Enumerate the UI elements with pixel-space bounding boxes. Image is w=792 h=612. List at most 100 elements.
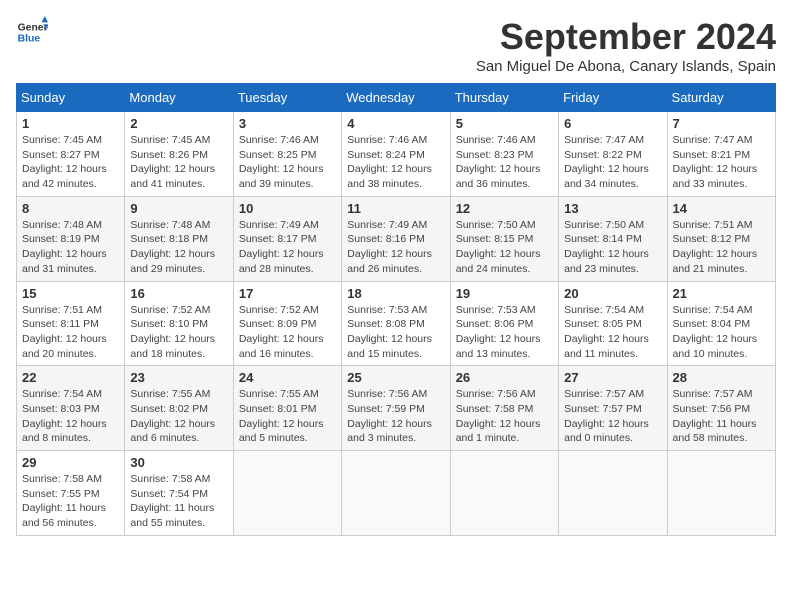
- calendar-day-cell: 26 Sunrise: 7:56 AMSunset: 7:58 PMDayligh…: [450, 366, 558, 451]
- calendar-day-cell: 28 Sunrise: 7:57 AMSunset: 7:56 PMDayligh…: [667, 366, 775, 451]
- month-title: September 2024: [476, 16, 776, 58]
- day-detail: Sunrise: 7:54 AMSunset: 8:03 PMDaylight:…: [22, 388, 107, 444]
- day-detail: Sunrise: 7:49 AMSunset: 8:16 PMDaylight:…: [347, 219, 432, 275]
- calendar-table: SundayMondayTuesdayWednesdayThursdayFrid…: [16, 83, 776, 536]
- day-number: 18: [347, 286, 444, 301]
- day-detail: Sunrise: 7:58 AMSunset: 7:54 PMDaylight:…: [130, 473, 214, 529]
- day-number: 23: [130, 370, 227, 385]
- page-header: General Blue September 2024 San Miguel D…: [16, 16, 776, 75]
- calendar-day-cell: 20 Sunrise: 7:54 AMSunset: 8:05 PMDayligh…: [559, 281, 667, 366]
- day-number: 16: [130, 286, 227, 301]
- day-number: 7: [673, 116, 770, 131]
- day-detail: Sunrise: 7:45 AMSunset: 8:27 PMDaylight:…: [22, 134, 107, 190]
- day-detail: Sunrise: 7:46 AMSunset: 8:25 PMDaylight:…: [239, 134, 324, 190]
- calendar-day-cell: 6 Sunrise: 7:47 AMSunset: 8:22 PMDaylight…: [559, 112, 667, 197]
- calendar-day-cell: 7 Sunrise: 7:47 AMSunset: 8:21 PMDaylight…: [667, 112, 775, 197]
- day-detail: Sunrise: 7:48 AMSunset: 8:18 PMDaylight:…: [130, 219, 215, 275]
- day-number: 29: [22, 455, 119, 470]
- calendar-day-cell: 23 Sunrise: 7:55 AMSunset: 8:02 PMDayligh…: [125, 366, 233, 451]
- day-detail: Sunrise: 7:55 AMSunset: 8:02 PMDaylight:…: [130, 388, 215, 444]
- day-number: 30: [130, 455, 227, 470]
- day-detail: Sunrise: 7:45 AMSunset: 8:26 PMDaylight:…: [130, 134, 215, 190]
- calendar-week-row: 15Sunrise: 7:51 AMSunset: 8:11 PMDayligh…: [17, 281, 776, 366]
- day-number: 8: [22, 201, 119, 216]
- col-header-tuesday: Tuesday: [233, 84, 341, 112]
- calendar-day-cell: 22 Sunrise: 7:54 AMSunset: 8:03 PMDayligh…: [17, 366, 125, 451]
- day-detail: Sunrise: 7:50 AMSunset: 8:15 PMDaylight:…: [456, 219, 541, 275]
- calendar-week-row: 1 Sunrise: 7:45 AMSunset: 8:27 PMDaylight…: [17, 112, 776, 197]
- calendar-day-cell: 5 Sunrise: 7:46 AMSunset: 8:23 PMDaylight…: [450, 112, 558, 197]
- day-number: 21: [673, 286, 770, 301]
- calendar-day-cell: 29Sunrise: 7:58 AMSunset: 7:55 PMDayligh…: [17, 451, 125, 536]
- calendar-week-row: 8 Sunrise: 7:48 AMSunset: 8:19 PMDaylight…: [17, 196, 776, 281]
- day-number: 22: [22, 370, 119, 385]
- day-number: 25: [347, 370, 444, 385]
- calendar-day-cell: [667, 451, 775, 536]
- calendar-day-cell: 4 Sunrise: 7:46 AMSunset: 8:24 PMDaylight…: [342, 112, 450, 197]
- day-detail: Sunrise: 7:56 AMSunset: 7:58 PMDaylight:…: [456, 388, 541, 444]
- day-detail: Sunrise: 7:52 AMSunset: 8:09 PMDaylight:…: [239, 304, 324, 360]
- day-number: 14: [673, 201, 770, 216]
- day-detail: Sunrise: 7:48 AMSunset: 8:19 PMDaylight:…: [22, 219, 107, 275]
- calendar-day-cell: 13Sunrise: 7:50 AMSunset: 8:14 PMDayligh…: [559, 196, 667, 281]
- calendar-day-cell: 27Sunrise: 7:57 AMSunset: 7:57 PMDayligh…: [559, 366, 667, 451]
- calendar-week-row: 22 Sunrise: 7:54 AMSunset: 8:03 PMDayligh…: [17, 366, 776, 451]
- calendar-week-row: 29Sunrise: 7:58 AMSunset: 7:55 PMDayligh…: [17, 451, 776, 536]
- day-number: 1: [22, 116, 119, 131]
- day-number: 11: [347, 201, 444, 216]
- day-number: 20: [564, 286, 661, 301]
- calendar-day-cell: 12Sunrise: 7:50 AMSunset: 8:15 PMDayligh…: [450, 196, 558, 281]
- day-number: 19: [456, 286, 553, 301]
- calendar-day-cell: 15Sunrise: 7:51 AMSunset: 8:11 PMDayligh…: [17, 281, 125, 366]
- col-header-friday: Friday: [559, 84, 667, 112]
- col-header-saturday: Saturday: [667, 84, 775, 112]
- calendar-day-cell: 24Sunrise: 7:55 AMSunset: 8:01 PMDayligh…: [233, 366, 341, 451]
- day-number: 5: [456, 116, 553, 131]
- calendar-day-cell: [233, 451, 341, 536]
- svg-text:Blue: Blue: [18, 34, 41, 45]
- day-detail: Sunrise: 7:57 AMSunset: 7:56 PMDaylight:…: [673, 388, 757, 444]
- calendar-day-cell: [559, 451, 667, 536]
- calendar-day-cell: 25 Sunrise: 7:56 AMSunset: 7:59 PMDayligh…: [342, 366, 450, 451]
- day-number: 3: [239, 116, 336, 131]
- col-header-thursday: Thursday: [450, 84, 558, 112]
- calendar-day-cell: 19 Sunrise: 7:53 AMSunset: 8:06 PMDayligh…: [450, 281, 558, 366]
- day-detail: Sunrise: 7:53 AMSunset: 8:08 PMDaylight:…: [347, 304, 432, 360]
- day-number: 9: [130, 201, 227, 216]
- day-detail: Sunrise: 7:46 AMSunset: 8:24 PMDaylight:…: [347, 134, 432, 190]
- day-detail: Sunrise: 7:57 AMSunset: 7:57 PMDaylight:…: [564, 388, 649, 444]
- col-header-monday: Monday: [125, 84, 233, 112]
- calendar-day-cell: 18 Sunrise: 7:53 AMSunset: 8:08 PMDayligh…: [342, 281, 450, 366]
- day-number: 13: [564, 201, 661, 216]
- calendar-day-cell: 3 Sunrise: 7:46 AMSunset: 8:25 PMDaylight…: [233, 112, 341, 197]
- day-number: 10: [239, 201, 336, 216]
- calendar-header-row: SundayMondayTuesdayWednesdayThursdayFrid…: [17, 84, 776, 112]
- calendar-day-cell: 11 Sunrise: 7:49 AMSunset: 8:16 PMDayligh…: [342, 196, 450, 281]
- day-detail: Sunrise: 7:56 AMSunset: 7:59 PMDaylight:…: [347, 388, 432, 444]
- day-detail: Sunrise: 7:54 AMSunset: 8:04 PMDaylight:…: [673, 304, 758, 360]
- day-number: 4: [347, 116, 444, 131]
- day-detail: Sunrise: 7:52 AMSunset: 8:10 PMDaylight:…: [130, 304, 215, 360]
- day-detail: Sunrise: 7:53 AMSunset: 8:06 PMDaylight:…: [456, 304, 541, 360]
- col-header-wednesday: Wednesday: [342, 84, 450, 112]
- logo: General Blue: [16, 16, 48, 48]
- calendar-day-cell: 17Sunrise: 7:52 AMSunset: 8:09 PMDayligh…: [233, 281, 341, 366]
- day-number: 15: [22, 286, 119, 301]
- title-block: September 2024 San Miguel De Abona, Cana…: [476, 16, 776, 75]
- day-detail: Sunrise: 7:49 AMSunset: 8:17 PMDaylight:…: [239, 219, 324, 275]
- day-detail: Sunrise: 7:54 AMSunset: 8:05 PMDaylight:…: [564, 304, 649, 360]
- day-number: 26: [456, 370, 553, 385]
- calendar-day-cell: 21 Sunrise: 7:54 AMSunset: 8:04 PMDayligh…: [667, 281, 775, 366]
- calendar-day-cell: 16 Sunrise: 7:52 AMSunset: 8:10 PMDayligh…: [125, 281, 233, 366]
- location-subtitle: San Miguel De Abona, Canary Islands, Spa…: [476, 58, 776, 75]
- day-number: 24: [239, 370, 336, 385]
- day-detail: Sunrise: 7:46 AMSunset: 8:23 PMDaylight:…: [456, 134, 541, 190]
- day-detail: Sunrise: 7:47 AMSunset: 8:21 PMDaylight:…: [673, 134, 758, 190]
- calendar-day-cell: 10 Sunrise: 7:49 AMSunset: 8:17 PMDayligh…: [233, 196, 341, 281]
- calendar-day-cell: [342, 451, 450, 536]
- calendar-day-cell: 1 Sunrise: 7:45 AMSunset: 8:27 PMDaylight…: [17, 112, 125, 197]
- calendar-day-cell: [450, 451, 558, 536]
- day-detail: Sunrise: 7:47 AMSunset: 8:22 PMDaylight:…: [564, 134, 649, 190]
- day-number: 28: [673, 370, 770, 385]
- day-number: 6: [564, 116, 661, 131]
